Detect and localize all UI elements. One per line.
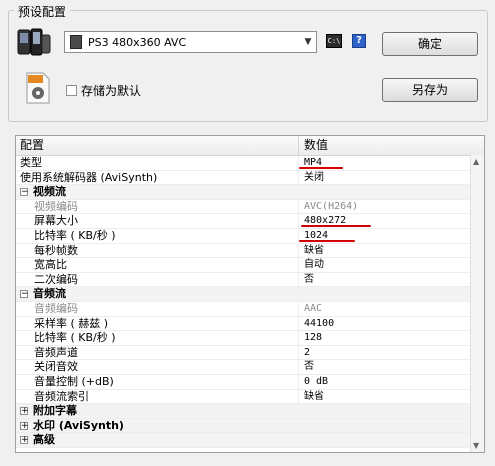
expand-icon[interactable]: + bbox=[20, 407, 29, 416]
category-advanced[interactable]: + 高级 bbox=[16, 433, 484, 448]
row-label: 类型 bbox=[16, 156, 299, 170]
row-value[interactable]: 0 dB bbox=[299, 375, 484, 389]
grid-row-screen-size[interactable]: 屏幕大小 480x272 bbox=[16, 214, 484, 229]
row-value[interactable]: 缺省 bbox=[299, 390, 484, 404]
grid-row-audio-bitrate[interactable]: 比特率 ( KB/秒 ) 128 bbox=[16, 331, 484, 346]
row-value[interactable]: 128 bbox=[299, 331, 484, 345]
row-label: 视频编码 bbox=[16, 199, 299, 214]
category-audio-stream[interactable]: − 音频流 bbox=[16, 287, 484, 302]
category-label: 水印 (AviSynth) bbox=[33, 418, 124, 432]
scroll-up-icon[interactable]: ▲ bbox=[473, 157, 479, 166]
collapse-icon[interactable]: − bbox=[20, 188, 29, 197]
vertical-scrollbar[interactable]: ▲ ▼ bbox=[470, 155, 484, 452]
device-icon bbox=[17, 27, 51, 57]
row-value[interactable]: 2 bbox=[299, 346, 484, 360]
grid-row-type[interactable]: 类型 MP4 bbox=[16, 156, 484, 171]
category-video-stream[interactable]: − 视频流 bbox=[16, 185, 484, 200]
row-label: 使用系统解码器 (AviSynth) bbox=[16, 170, 299, 185]
profile-dropdown[interactable]: PS3 480x360 AVC ▼ bbox=[64, 31, 317, 53]
preset-groupbox bbox=[8, 10, 488, 122]
column-header-setting[interactable]: 配置 bbox=[16, 136, 299, 155]
ps3-icon bbox=[70, 35, 82, 49]
category-watermark[interactable]: + 水印 (AviSynth) bbox=[16, 418, 484, 434]
row-value[interactable]: 关闭 bbox=[299, 171, 484, 185]
command-line-icon[interactable]: C:\ bbox=[326, 34, 342, 48]
profile-value: PS3 480x360 AVC bbox=[88, 35, 187, 49]
settings-grid: 配置 数值 类型 MP4 使用系统解码器 (AviSynth) 关闭 − 视频流 … bbox=[15, 135, 485, 453]
grid-row-audio-index[interactable]: 音频流索引 缺省 bbox=[16, 389, 484, 405]
row-label: 关闭音效 bbox=[16, 360, 299, 374]
category-subtitles[interactable]: + 附加字幕 bbox=[16, 404, 484, 419]
category-label: 音频流 bbox=[33, 287, 66, 301]
row-label: 音频编码 bbox=[16, 301, 299, 316]
grid-row-aspect-ratio[interactable]: 宽高比 自动 bbox=[16, 258, 484, 273]
row-value[interactable]: 缺省 bbox=[299, 244, 484, 258]
preset-group-title: 预设配置 bbox=[14, 3, 71, 20]
grid-row-audio-channels[interactable]: 音频声道 2 bbox=[16, 345, 484, 361]
category-label: 附加字幕 bbox=[33, 404, 77, 418]
expand-icon[interactable]: + bbox=[20, 436, 29, 445]
grid-row-video-codec[interactable]: 视频编码 AVC(H264) bbox=[16, 199, 484, 215]
row-label: 音频流索引 bbox=[16, 389, 299, 404]
row-value[interactable]: 自动 bbox=[299, 258, 484, 272]
row-value[interactable]: 44100 bbox=[299, 317, 484, 331]
annotation-underline-bitrate bbox=[299, 240, 355, 242]
grid-row-two-pass[interactable]: 二次编码 否 bbox=[16, 272, 484, 288]
grid-row-disable-audio[interactable]: 关闭音效 否 bbox=[16, 360, 484, 375]
save-default-label: 存储为默认 bbox=[81, 84, 142, 98]
column-header-value[interactable]: 数值 bbox=[299, 136, 484, 155]
row-value: AVC(H264) bbox=[304, 200, 359, 212]
save-as-button[interactable]: 另存为 bbox=[382, 78, 478, 102]
grid-row-audio-codec[interactable]: 音频编码 AAC bbox=[16, 301, 484, 317]
save-default-row[interactable]: 存储为默认 bbox=[66, 82, 141, 99]
annotation-underline-screen-size bbox=[301, 225, 371, 227]
row-label: 比特率 ( KB/秒 ) bbox=[16, 331, 299, 345]
save-default-checkbox[interactable] bbox=[66, 85, 77, 96]
collapse-icon[interactable]: − bbox=[20, 290, 29, 299]
scroll-down-icon[interactable]: ▼ bbox=[473, 441, 479, 450]
row-value: AAC bbox=[304, 302, 323, 314]
row-label: 音频声道 bbox=[16, 345, 299, 360]
ok-button[interactable]: 确定 bbox=[382, 32, 478, 56]
row-label: 每秒帧数 bbox=[16, 243, 299, 258]
row-value[interactable]: 否 bbox=[299, 360, 484, 374]
grid-row-video-bitrate[interactable]: 比特率 ( KB/秒 ) 1024 bbox=[16, 228, 484, 244]
row-label: 宽高比 bbox=[16, 258, 299, 272]
row-label: 屏幕大小 bbox=[16, 214, 299, 228]
grid-row-sample-rate[interactable]: 采样率 ( 赫兹 ) 44100 bbox=[16, 316, 484, 332]
help-icon[interactable]: ? bbox=[352, 34, 366, 48]
grid-header: 配置 数值 bbox=[16, 136, 484, 156]
category-label: 视频流 bbox=[33, 185, 66, 199]
grid-row-frame-rate[interactable]: 每秒帧数 缺省 bbox=[16, 243, 484, 259]
row-label: 比特率 ( KB/秒 ) bbox=[16, 228, 299, 243]
category-label: 高级 bbox=[33, 433, 55, 447]
row-label: 采样率 ( 赫兹 ) bbox=[16, 316, 299, 331]
expand-icon[interactable]: + bbox=[20, 421, 29, 430]
row-label: 二次编码 bbox=[16, 272, 299, 287]
row-label: 音量控制 (+dB) bbox=[16, 374, 299, 389]
mp4-file-icon bbox=[26, 72, 50, 104]
chevron-down-icon[interactable]: ▼ bbox=[300, 37, 316, 47]
grid-row-system-decoder[interactable]: 使用系统解码器 (AviSynth) 关闭 bbox=[16, 170, 484, 186]
row-value[interactable]: 否 bbox=[299, 273, 484, 287]
annotation-underline-type bbox=[299, 167, 343, 169]
grid-row-volume[interactable]: 音量控制 (+dB) 0 dB bbox=[16, 374, 484, 390]
